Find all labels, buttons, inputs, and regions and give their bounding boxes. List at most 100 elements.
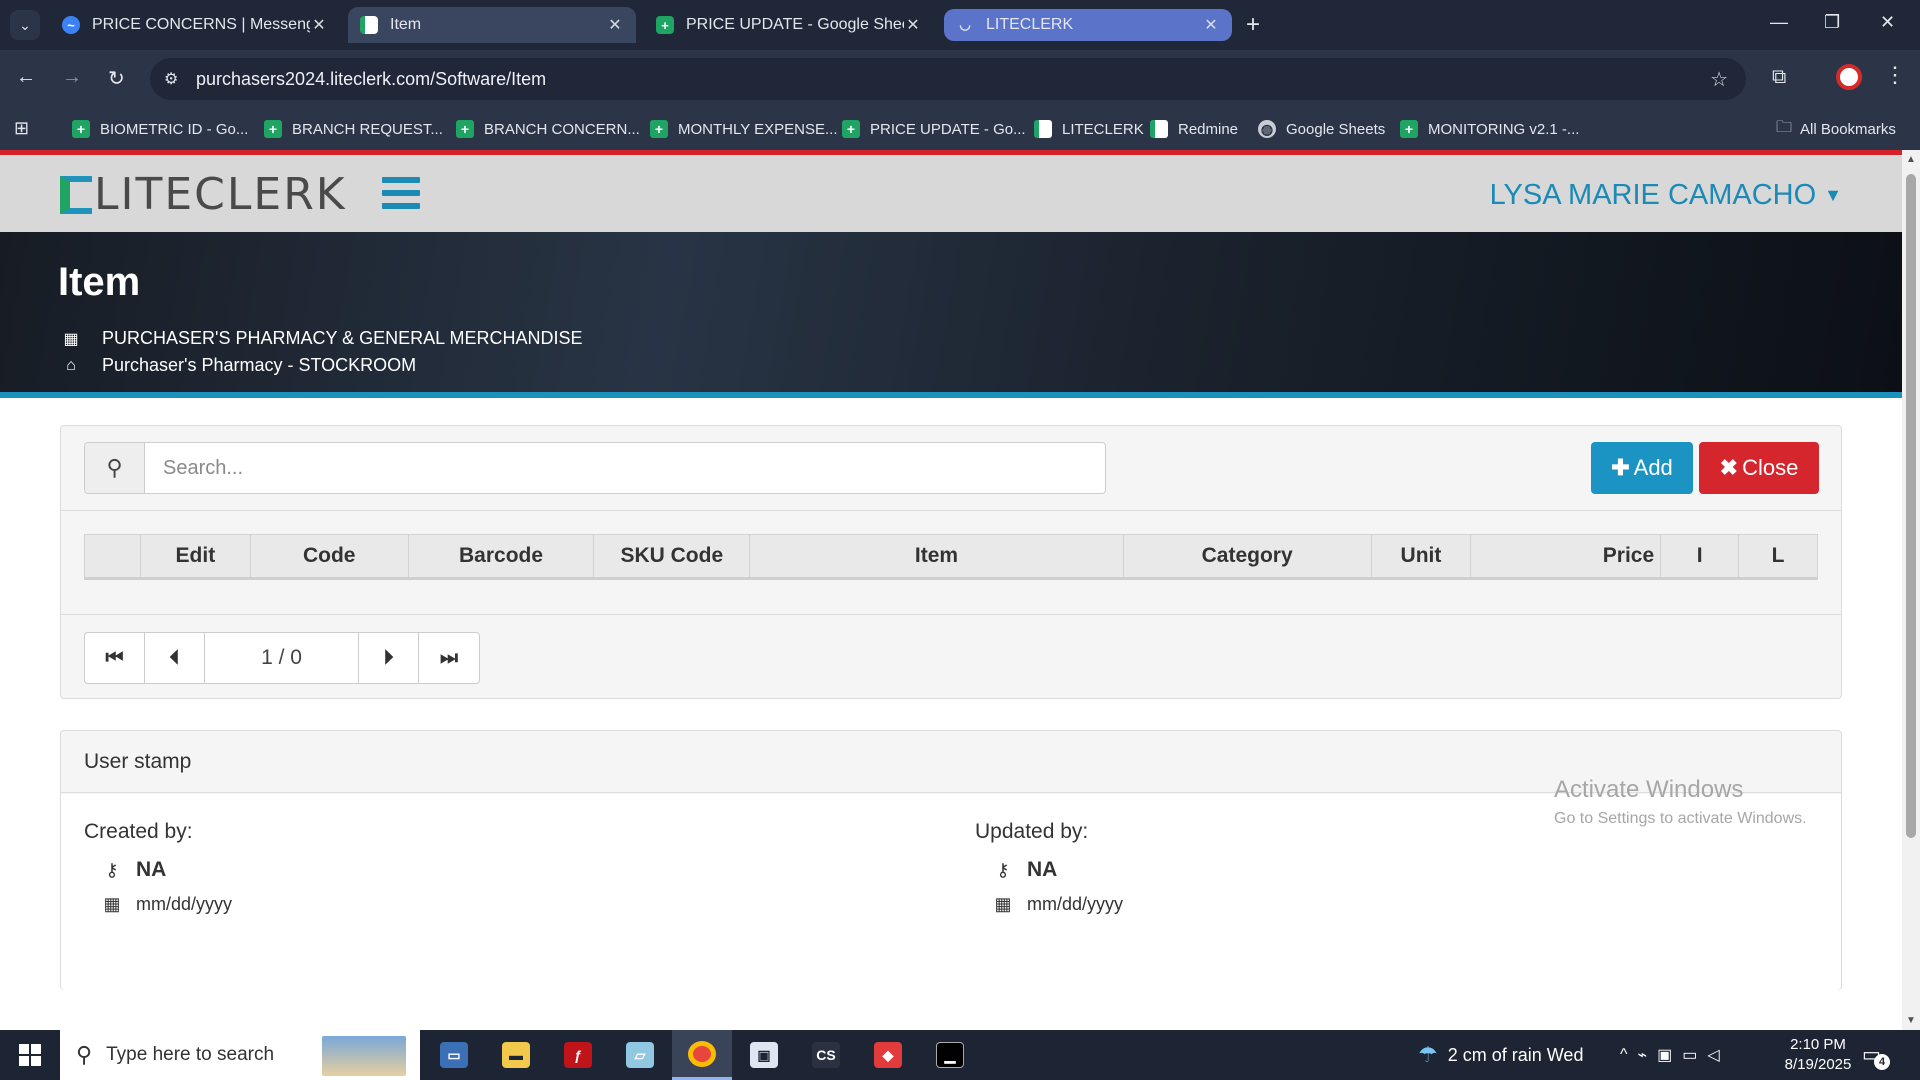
- close-button[interactable]: ✖ Close: [1699, 442, 1819, 494]
- taskbar-chrome[interactable]: [672, 1030, 732, 1080]
- apps-grid-icon[interactable]: ⊞: [14, 118, 29, 139]
- tab-messenger[interactable]: ~ PRICE CONCERNS | Messenger ✕: [50, 7, 340, 43]
- address-bar[interactable]: ⚙ purchasers2024.liteclerk.com/Software/…: [150, 58, 1746, 100]
- tab-search-button[interactable]: ⌄: [10, 10, 40, 40]
- taskbar-app[interactable]: ▭: [424, 1030, 484, 1080]
- bookmark-label: LITECLERK: [1062, 120, 1144, 138]
- bookmark-item[interactable]: ◍ Google Sheets: [1258, 117, 1385, 141]
- home-icon: ⌂: [66, 356, 76, 374]
- plus-icon: ✚: [1611, 455, 1630, 480]
- window-close-icon[interactable]: ✕: [1880, 12, 1895, 33]
- page-hero: Item ▦ PURCHASER'S PHARMACY & GENERAL ME…: [0, 232, 1902, 398]
- search-input[interactable]: [145, 443, 1105, 493]
- reload-icon[interactable]: ↻: [108, 66, 125, 91]
- key-icon: ⚷: [105, 859, 119, 880]
- flash-icon: ƒ: [564, 1042, 592, 1068]
- column-header-code[interactable]: Code: [251, 535, 409, 577]
- pagination: ⏮ ⏴ 1 / 0 ⏵ ⏭: [84, 632, 480, 684]
- bookmark-item[interactable]: + MONTHLY EXPENSE...: [650, 117, 838, 141]
- display-icon[interactable]: ▭: [1682, 1045, 1707, 1065]
- browser-menu-icon[interactable]: ⋮: [1884, 62, 1906, 88]
- sheets-icon: +: [1400, 120, 1418, 138]
- taskbar-app[interactable]: CS: [796, 1030, 856, 1080]
- scroll-up-icon[interactable]: ▲: [1906, 154, 1916, 165]
- first-page-icon[interactable]: ⏮: [85, 633, 145, 683]
- last-page-icon[interactable]: ⏭: [419, 633, 479, 683]
- bookmark-item[interactable]: + BRANCH CONCERN...: [456, 117, 640, 141]
- folder-icon: 🗀: [1776, 118, 1793, 136]
- close-icon[interactable]: ✕: [1202, 15, 1220, 35]
- close-icon[interactable]: ✕: [606, 15, 624, 35]
- next-page-icon[interactable]: ⏵: [359, 633, 419, 683]
- restore-icon[interactable]: ❐: [1824, 12, 1840, 33]
- taskbar-app[interactable]: ◆: [858, 1030, 918, 1080]
- column-header-price[interactable]: Price: [1471, 535, 1662, 577]
- taskbar-app[interactable]: ▱: [610, 1030, 670, 1080]
- new-tab-button[interactable]: +: [1246, 12, 1260, 38]
- app-header: LITECLERK LYSA MARIE CAMACHO ▼: [0, 150, 1902, 232]
- terminal-icon: ▁: [936, 1042, 964, 1068]
- taskbar-app[interactable]: ▣: [734, 1030, 794, 1080]
- system-tray[interactable]: ^ ⌁ ▣ ▭ ◁: [1620, 1030, 1730, 1080]
- notification-count-badge: 4: [1874, 1054, 1890, 1070]
- column-header-sku-code[interactable]: SKU Code: [594, 535, 751, 577]
- back-icon[interactable]: ←: [16, 66, 36, 89]
- bookmark-item[interactable]: + BIOMETRIC ID - Go...: [72, 117, 248, 141]
- site-info-icon[interactable]: ⚙: [164, 69, 178, 89]
- chevron-up-icon[interactable]: ^: [1620, 1046, 1638, 1064]
- tab-liteclerk[interactable]: ◡ LITECLERK ✕: [944, 9, 1232, 41]
- logo-text: LITECLERK: [94, 169, 347, 220]
- page-scrollbar[interactable]: ▲ ▼: [1902, 150, 1920, 1030]
- app-logo[interactable]: LITECLERK: [60, 169, 347, 220]
- column-header-unit[interactable]: Unit: [1372, 535, 1472, 577]
- bookmark-star-icon[interactable]: ☆: [1710, 67, 1728, 92]
- tab-item[interactable]: Item ✕: [348, 7, 636, 43]
- column-header-edit[interactable]: Edit: [141, 535, 251, 577]
- clock-time: 2:10 PM: [1790, 1036, 1846, 1053]
- taskbar-file-explorer[interactable]: ▬: [486, 1030, 546, 1080]
- taskbar-search[interactable]: ⚲ Type here to search: [60, 1030, 420, 1080]
- previous-page-icon[interactable]: ⏴: [145, 633, 205, 683]
- rain-umbrella-icon: ☂: [1418, 1042, 1438, 1067]
- clock-date: 8/19/2025: [1784, 1056, 1852, 1073]
- taskbar-app[interactable]: ƒ: [548, 1030, 608, 1080]
- all-bookmarks[interactable]: 🗀 All Bookmarks: [1776, 117, 1896, 141]
- clock[interactable]: 2:10 PM 8/19/2025: [1774, 1035, 1862, 1075]
- x-icon: ✖: [1719, 455, 1739, 480]
- tab-price-update[interactable]: + PRICE UPDATE - Google Sheets ✕: [644, 7, 934, 43]
- forward-icon[interactable]: →: [62, 66, 82, 89]
- calendar-icon: ▦: [103, 894, 121, 914]
- bookmark-item[interactable]: + MONITORING v2.1 -...: [1400, 117, 1579, 141]
- sheets-icon: +: [456, 120, 474, 138]
- extensions-icon[interactable]: ⧉: [1772, 66, 1786, 89]
- bookmark-item[interactable]: + PRICE UPDATE - Go...: [842, 117, 1026, 141]
- network-icon[interactable]: ⌁: [1638, 1045, 1658, 1065]
- cs-icon: CS: [812, 1042, 840, 1068]
- bookmark-item[interactable]: LITECLERK: [1034, 117, 1144, 141]
- close-icon[interactable]: ✕: [310, 15, 328, 35]
- volume-icon[interactable]: ◁: [1707, 1045, 1729, 1065]
- minimize-icon[interactable]: —: [1770, 12, 1788, 33]
- column-header-item[interactable]: Item: [750, 535, 1124, 577]
- add-button[interactable]: ✚ Add: [1591, 442, 1693, 494]
- user-menu[interactable]: LYSA MARIE CAMACHO ▼: [1490, 179, 1842, 212]
- column-header-category[interactable]: Category: [1124, 535, 1372, 577]
- profile-avatar[interactable]: [1836, 64, 1862, 90]
- column-header-i[interactable]: I: [1661, 535, 1740, 577]
- weather-widget[interactable]: ☂ 2 cm of rain Wed: [1418, 1030, 1583, 1080]
- scrollbar-thumb[interactable]: [1906, 174, 1916, 838]
- hamburger-menu-icon[interactable]: [382, 177, 420, 209]
- start-button[interactable]: [0, 1030, 60, 1080]
- camera-icon[interactable]: ▣: [1657, 1045, 1682, 1065]
- close-icon[interactable]: ✕: [904, 15, 922, 35]
- bookmark-item[interactable]: Redmine: [1150, 117, 1238, 141]
- taskbar-terminal[interactable]: ▁: [920, 1030, 980, 1080]
- bookmark-item[interactable]: + BRANCH REQUEST...: [264, 117, 443, 141]
- liteclerk-icon: [360, 16, 378, 34]
- column-header-l[interactable]: L: [1739, 535, 1817, 577]
- column-header-barcode[interactable]: Barcode: [409, 535, 595, 577]
- bookmark-label: MONTHLY EXPENSE...: [678, 120, 838, 138]
- scroll-down-icon[interactable]: ▼: [1906, 1015, 1916, 1026]
- branch-name: Purchaser's Pharmacy - STOCKROOM: [102, 355, 417, 375]
- tab-title: PRICE UPDATE - Google Sheets: [686, 16, 904, 33]
